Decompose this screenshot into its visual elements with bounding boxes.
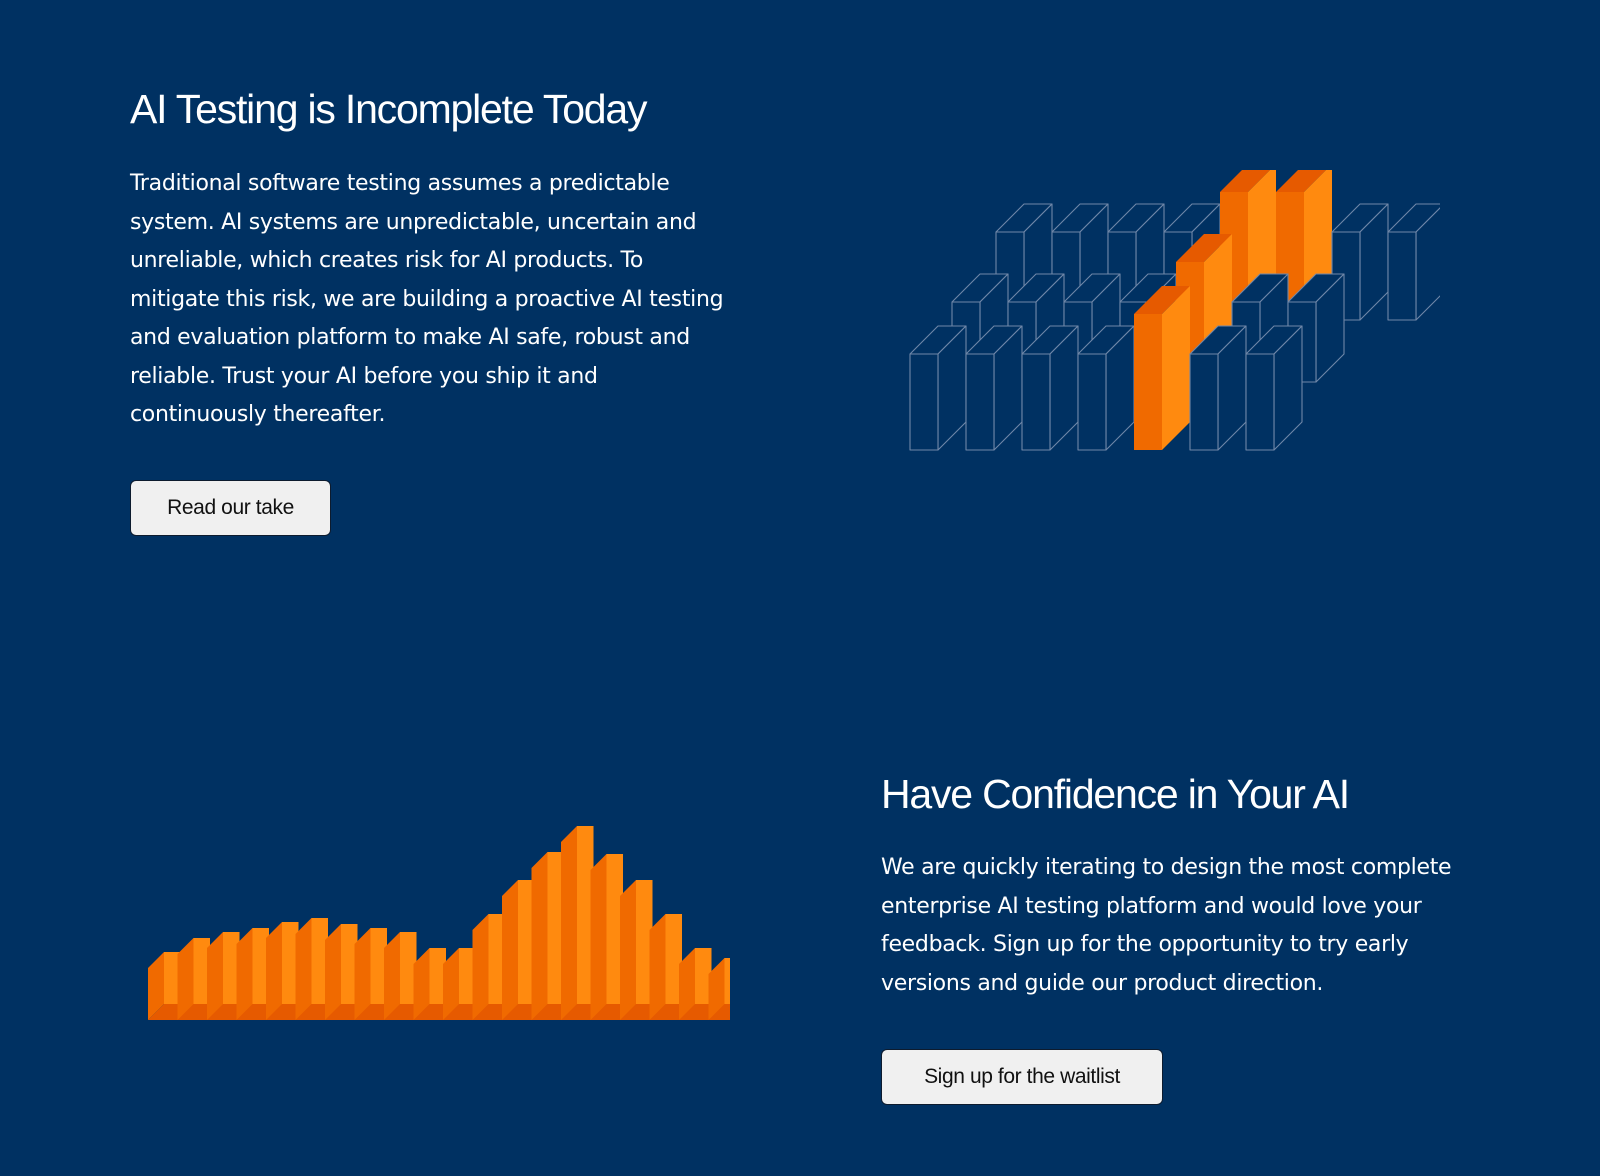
isometric-box-grid-illustration — [909, 170, 1440, 451]
section-heading: Have Confidence in Your AI — [881, 771, 1350, 817]
box-front — [1189, 353, 1219, 451]
read-our-take-button[interactable]: Read our take — [130, 480, 331, 536]
bar-side — [531, 852, 548, 1020]
bar-side — [561, 826, 577, 1020]
bar-side — [649, 914, 666, 1020]
orange-bar-wave-illustration — [148, 826, 730, 1020]
box-side — [1162, 286, 1190, 450]
bar-side — [620, 880, 636, 1020]
outline-box — [1387, 203, 1440, 321]
box-front — [1134, 314, 1162, 450]
outline-box — [909, 325, 967, 451]
waitlist-signup-button[interactable]: Sign up for the waitlist — [881, 1049, 1163, 1105]
bar-front — [724, 958, 730, 1004]
box-front — [1077, 353, 1107, 451]
bar-side — [325, 924, 341, 1020]
bar-side — [236, 928, 253, 1020]
box-front — [1387, 231, 1417, 321]
bar-side — [590, 854, 607, 1020]
testing-incomplete-section: AI Testing is Incomplete Today Tradition… — [130, 80, 750, 435]
box-front — [1245, 353, 1275, 451]
section-body: We are quickly iterating to design the m… — [881, 855, 1452, 996]
bar-side — [295, 918, 312, 1020]
section-heading: AI Testing is Incomplete Today — [130, 86, 648, 132]
wave-bar — [708, 958, 730, 1020]
bar-side — [266, 922, 282, 1020]
box-front — [909, 353, 939, 451]
confidence-section: Have Confidence in Your AI We are quickl… — [881, 765, 1521, 1003]
bar-side — [472, 914, 489, 1020]
box-front — [1021, 353, 1051, 451]
bar-side — [502, 880, 518, 1020]
bar-side — [354, 928, 371, 1020]
box-front — [965, 353, 995, 451]
highlighted-box — [1134, 286, 1190, 450]
section-body: Traditional software testing assumes a p… — [130, 171, 724, 427]
